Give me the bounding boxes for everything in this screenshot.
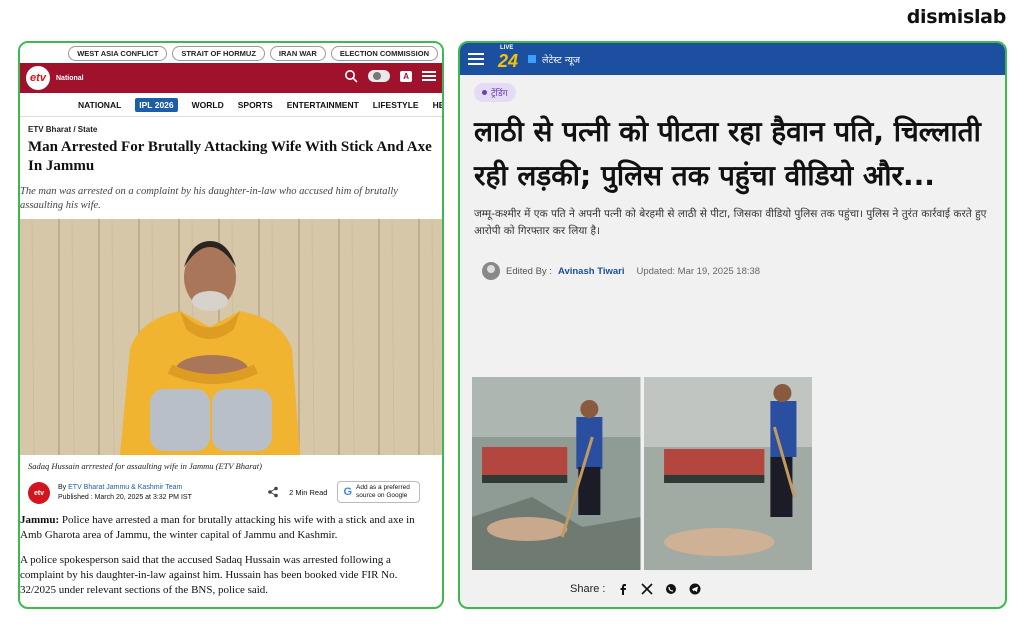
nav-entertainment[interactable]: ENTERTAINMENT (287, 100, 359, 110)
topic-pill[interactable]: ELECTION COMMISSION (330, 45, 438, 61)
whatsapp-icon[interactable] (665, 583, 677, 595)
share-icon[interactable] (267, 486, 279, 498)
facebook-icon[interactable] (617, 583, 629, 595)
nav-health[interactable]: HEALTH (433, 100, 442, 110)
published-date: Published : March 20, 2025 at 3:32 PM IS… (58, 494, 192, 501)
main-nav: NATIONAL IPL 2026 WORLD SPORTS ENTERTAIN… (20, 93, 442, 117)
share-bar: Share : (570, 583, 701, 595)
site-header: etv National A (20, 63, 442, 93)
nav-sports[interactable]: SPORTS (238, 100, 273, 110)
live-indicator-icon (528, 55, 536, 63)
dateline: Jammu: (20, 514, 60, 526)
edited-by-label: Edited By : (506, 265, 552, 277)
publisher-avatar[interactable]: etv (28, 482, 50, 504)
photo-caption: Sadaq Hussain arrrested for assaulting w… (28, 461, 262, 471)
news24-screenshot: LIVE 24 लेटेस्ट न्यूज ट्रेंडिंग लाठी से … (458, 41, 1007, 609)
paragraph: A police spokesperson said that the accu… (20, 554, 398, 596)
etv-logo[interactable]: etv (26, 66, 50, 90)
google-preferred-source-button[interactable]: G Add as a preferred source on Google (337, 481, 420, 503)
nav-ipl[interactable]: IPL 2026 (135, 97, 178, 112)
topic-pill[interactable]: WEST ASIA CONFLICT (68, 45, 168, 61)
nav-national[interactable]: NATIONAL (78, 100, 121, 110)
topic-pill[interactable]: IRAN WAR (269, 45, 326, 61)
byline-prefix: By (58, 484, 67, 491)
article-body: Jammu: Police have arrested a man for br… (20, 507, 434, 598)
language-icon[interactable]: A (400, 70, 412, 82)
topic-bar: WEST ASIA CONFLICT STRAIT OF HORMUZ IRAN… (20, 43, 442, 63)
read-time: 2 Min Read (289, 487, 328, 497)
dot-icon (482, 90, 487, 95)
search-icon[interactable] (344, 69, 358, 83)
article-summary: जम्मू-कश्मीर में एक पति ने अपनी पत्नी को… (474, 208, 987, 237)
trending-tag[interactable]: ट्रेंडिंग (474, 83, 516, 102)
paragraph: Jammu: Police have arrested a man for br… (20, 513, 430, 543)
paragraph-text: Police have arrested a man for brutally … (20, 514, 415, 541)
nav-world[interactable]: WORLD (192, 100, 224, 110)
video-frame-left (472, 377, 641, 570)
etv-bharat-screenshot: WEST ASIA CONFLICT STRAIT OF HORMUZ IRAN… (18, 41, 444, 609)
breadcrumb[interactable]: ETV Bharat / State (28, 125, 434, 134)
topic-pill[interactable]: STRAIT OF HORMUZ (172, 45, 265, 61)
site-header: LIVE 24 लेटेस्ट न्यूज (460, 43, 1005, 75)
menu-icon[interactable] (468, 53, 484, 65)
telegram-icon[interactable] (689, 583, 701, 595)
byline: etv By ETV Bharat Jammu & Kashmir Team P… (20, 471, 442, 507)
latest-news-link[interactable]: लेटेस्ट न्यूज (542, 53, 580, 66)
google-icon: G (343, 486, 352, 498)
article-photo (20, 219, 442, 455)
logo-number: 24 (498, 51, 519, 71)
x-icon[interactable] (641, 583, 654, 595)
theme-toggle[interactable] (368, 70, 391, 82)
trending-label: ट्रेंडिंग (491, 89, 508, 99)
video-thumbnail[interactable] (472, 377, 812, 570)
article-subtitle: The man was arrested on a complaint by h… (20, 186, 398, 211)
byline-author[interactable]: ETV Bharat Jammu & Kashmir Team (68, 484, 182, 491)
video-frame-right (643, 377, 812, 570)
editor-name[interactable]: Avinash Tiwari (558, 266, 625, 277)
google-badge-label: Add as a preferred source on Google (356, 484, 410, 499)
edition-label[interactable]: National (56, 75, 84, 82)
avatar (482, 262, 500, 280)
news24-logo[interactable]: LIVE 24 (498, 45, 526, 71)
share-label: Share : (570, 583, 606, 595)
article-title: Man Arrested For Brutally Attacking Wife… (28, 139, 432, 174)
nav-lifestyle[interactable]: LIFESTYLE (373, 100, 419, 110)
menu-icon[interactable] (422, 71, 436, 81)
editor-byline: Edited By : Avinash Tiwari Updated: Mar … (460, 240, 1005, 280)
brand-logo: dismislab (906, 6, 1007, 28)
updated-time: Updated: Mar 19, 2025 18:38 (636, 265, 761, 277)
article-title: लाठी से पत्नी को पीटता रहा हैवान पति, चि… (474, 115, 981, 192)
